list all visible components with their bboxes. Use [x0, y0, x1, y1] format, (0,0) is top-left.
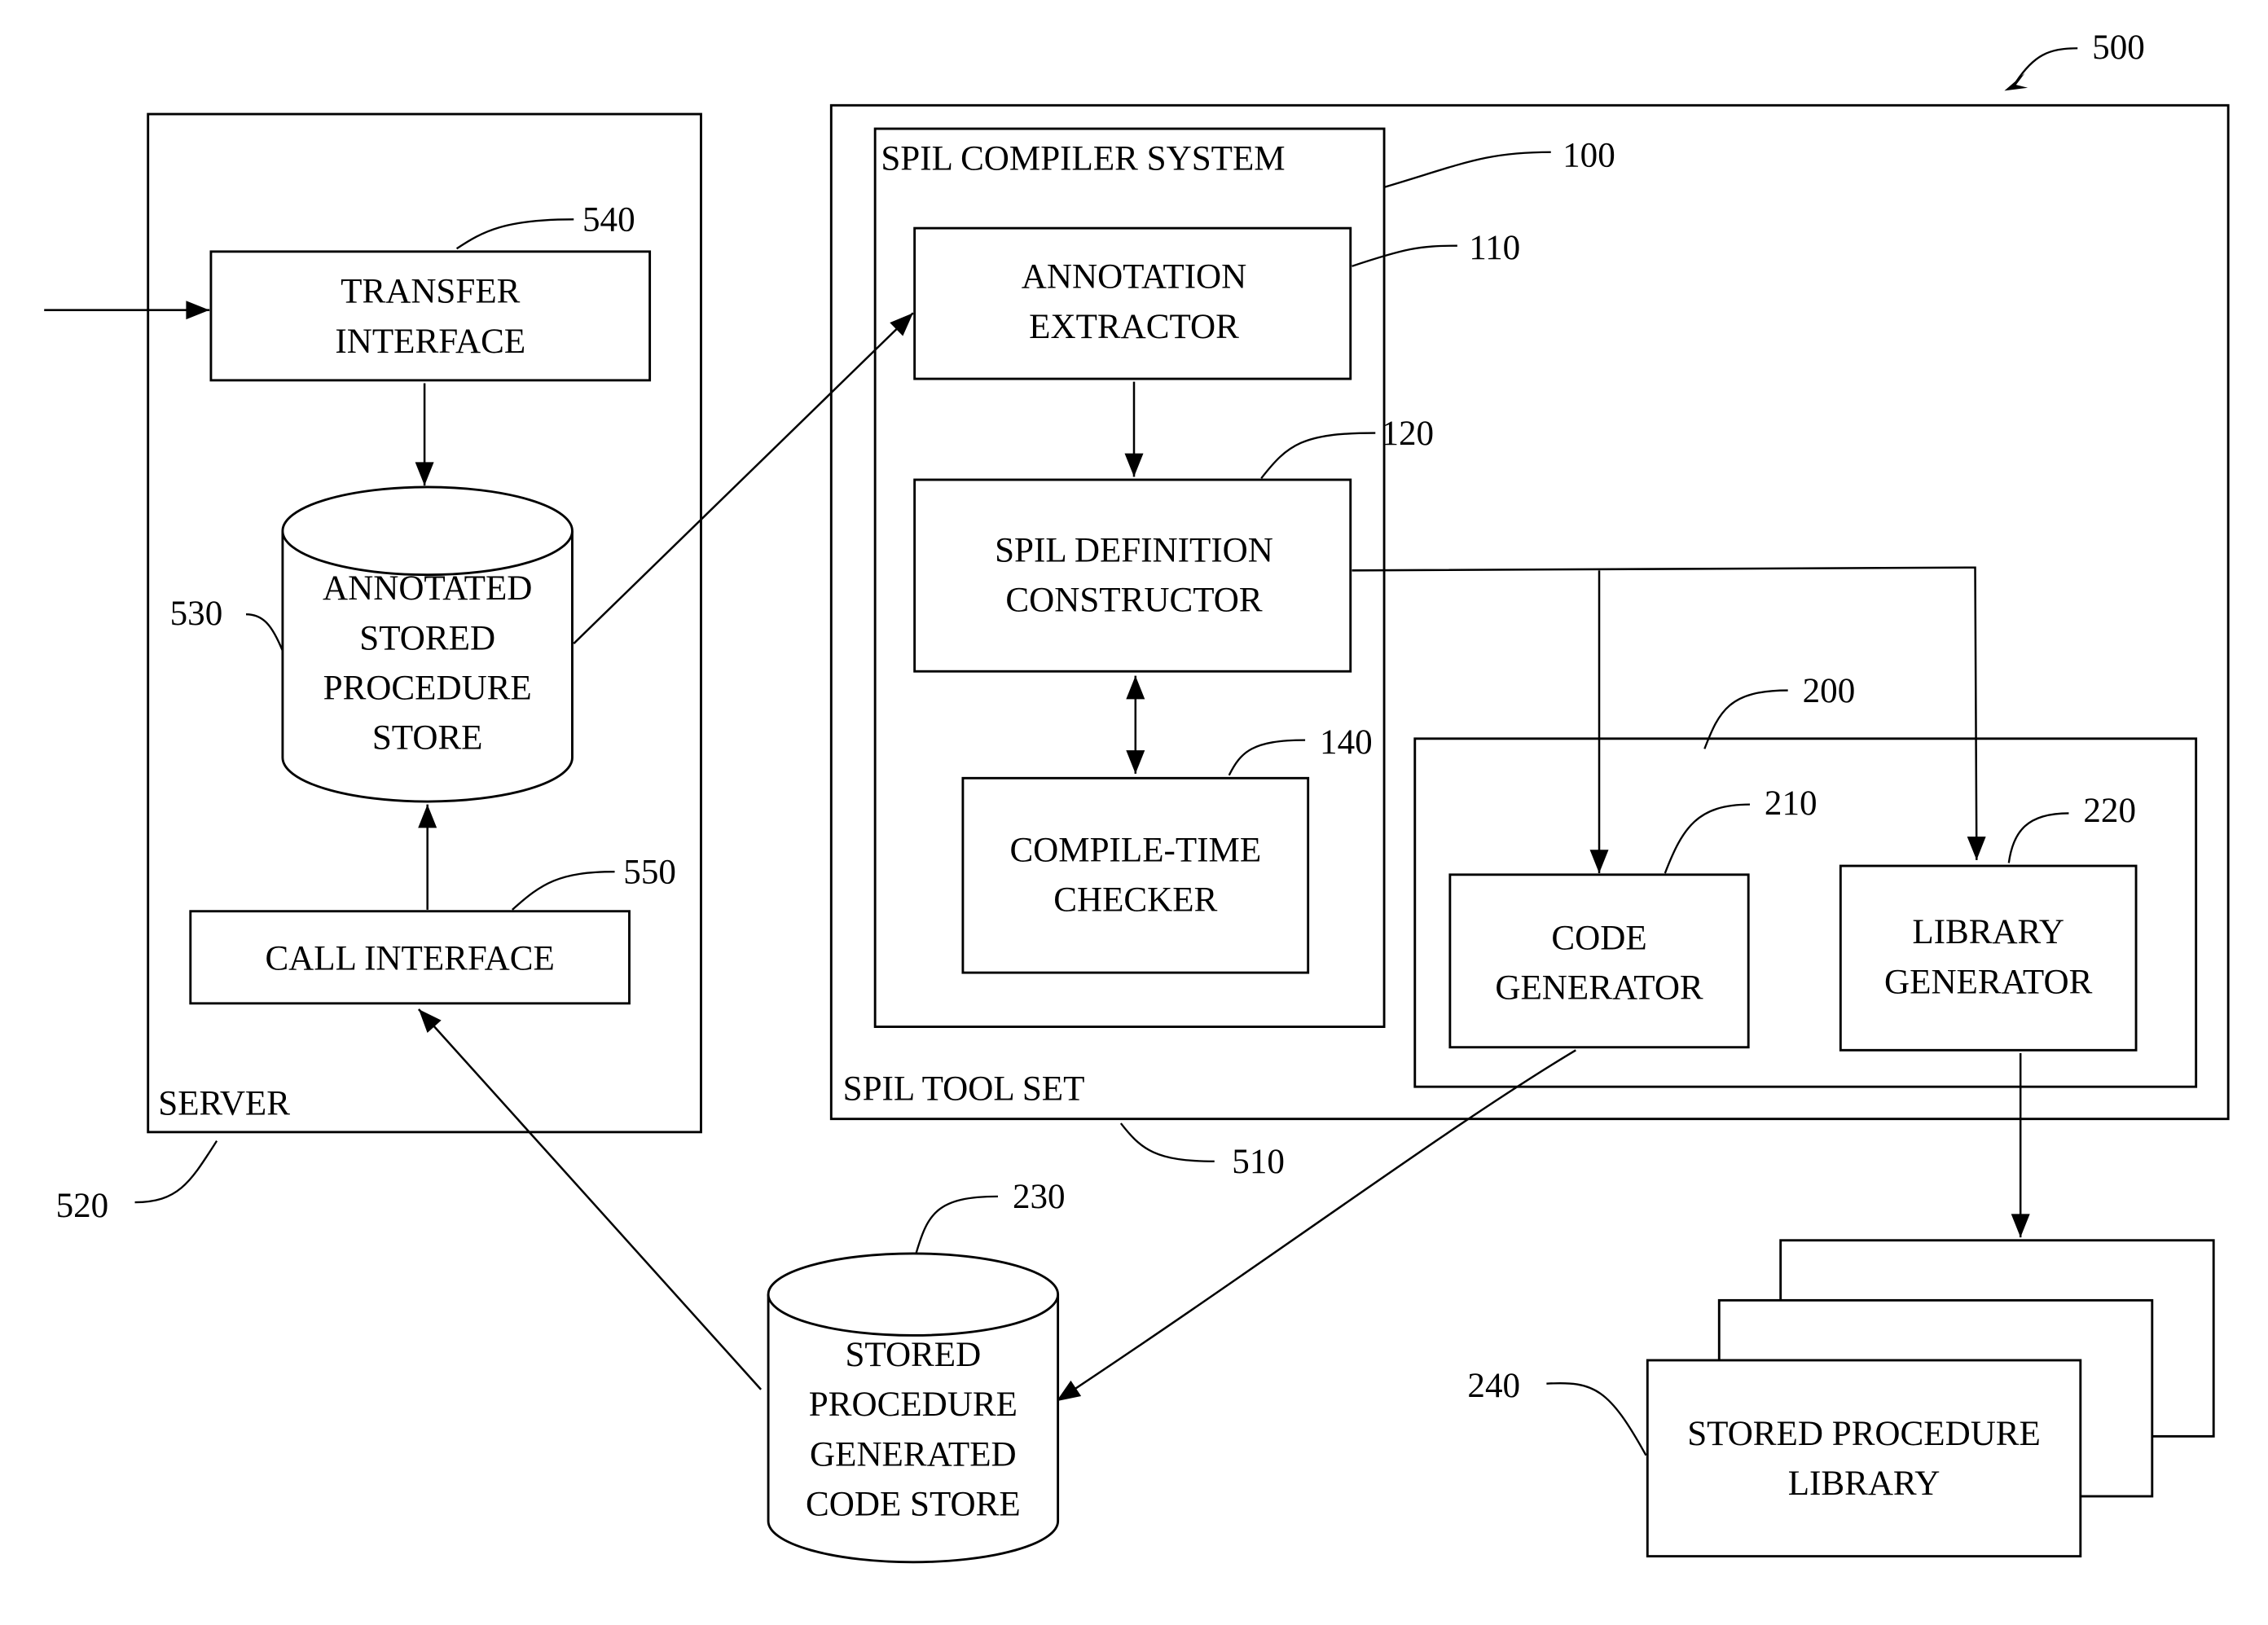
- constructor-line-2: CONSTRUCTOR: [1005, 582, 1262, 620]
- library-generator-line-2: GENERATOR: [1884, 963, 2093, 1001]
- ref-200: 200: [1803, 672, 1856, 710]
- ref-230: 230: [1013, 1178, 1066, 1216]
- code-generator-line-2: GENERATOR: [1495, 968, 1703, 1007]
- ref-530: 530: [170, 595, 223, 633]
- ref-240: 240: [1467, 1367, 1520, 1405]
- library-line-2: LIBRARY: [1788, 1465, 1941, 1503]
- ref-110: 110: [1469, 229, 1520, 267]
- store-530-line-1: ANNOTATED: [323, 569, 532, 608]
- code-generator-line-1: CODE: [1551, 919, 1646, 957]
- library-line-1: STORED PROCEDURE: [1687, 1415, 2041, 1453]
- compiler-system-title: SPIL COMPILER SYSTEM: [881, 139, 1285, 178]
- store-530-line-2: STORED: [359, 619, 495, 657]
- code-store-line-1: STORED: [845, 1336, 981, 1374]
- library-generator-line-1: LIBRARY: [1912, 913, 2064, 951]
- ref-520: 520: [56, 1187, 109, 1225]
- ref-140: 140: [1320, 723, 1373, 762]
- annotation-extractor-line-1: ANNOTATION: [1022, 258, 1247, 296]
- annotation-extractor-line-2: EXTRACTOR: [1029, 308, 1239, 346]
- ref-510: 510: [1232, 1143, 1285, 1181]
- ref-220: 220: [2083, 792, 2136, 830]
- leader-520: [134, 1140, 218, 1204]
- ref-120: 120: [1381, 415, 1434, 453]
- ref-210: 210: [1765, 784, 1817, 823]
- store-530-line-3: PROCEDURE: [323, 669, 532, 707]
- tool-set-title: SPIL TOOL SET: [843, 1069, 1085, 1108]
- patent-diagram: 500 SERVER 520 TRANSFER INTERFACE 540 AN…: [44, 29, 2230, 1564]
- ref-500: 500: [2092, 29, 2145, 67]
- leader-510: [1119, 1122, 1215, 1162]
- spil-tool-set: SPIL TOOL SET 510 SPIL COMPILER SYSTEM 1…: [829, 103, 2230, 1181]
- code-store-line-2: PROCEDURE: [809, 1386, 1018, 1424]
- stored-procedure-library-stack: STORED PROCEDURE LIBRARY 240: [1467, 1239, 2215, 1558]
- checker-line-2: CHECKER: [1053, 881, 1217, 920]
- ref-550: 550: [623, 854, 676, 892]
- leader-230: [915, 1195, 999, 1254]
- transfer-interface-line-1: TRANSFER: [341, 273, 520, 311]
- code-store-line-4: CODE STORE: [806, 1485, 1021, 1523]
- call-interface-label: CALL INTERFACE: [265, 940, 554, 978]
- code-store-line-3: GENERATED: [810, 1435, 1017, 1473]
- ref-100: 100: [1563, 137, 1615, 175]
- constructor-line-1: SPIL DEFINITION: [995, 532, 1273, 570]
- checker-line-1: COMPILE-TIME: [1009, 832, 1261, 870]
- stored-procedure-generated-code-store: STORED PROCEDURE GENERATED CODE STORE 23…: [767, 1178, 1066, 1564]
- server-title: SERVER: [158, 1084, 290, 1122]
- server-container: SERVER 520 TRANSFER INTERFACE 540 ANNOTA…: [44, 112, 702, 1225]
- leader-240: [1546, 1382, 1647, 1456]
- library-sheet-front: [1646, 1359, 2082, 1558]
- figure-ref-500: 500: [2004, 29, 2145, 91]
- transfer-interface-line-2: INTERFACE: [335, 323, 525, 361]
- ref-540: 540: [582, 201, 635, 239]
- store-530-line-4: STORE: [372, 718, 483, 757]
